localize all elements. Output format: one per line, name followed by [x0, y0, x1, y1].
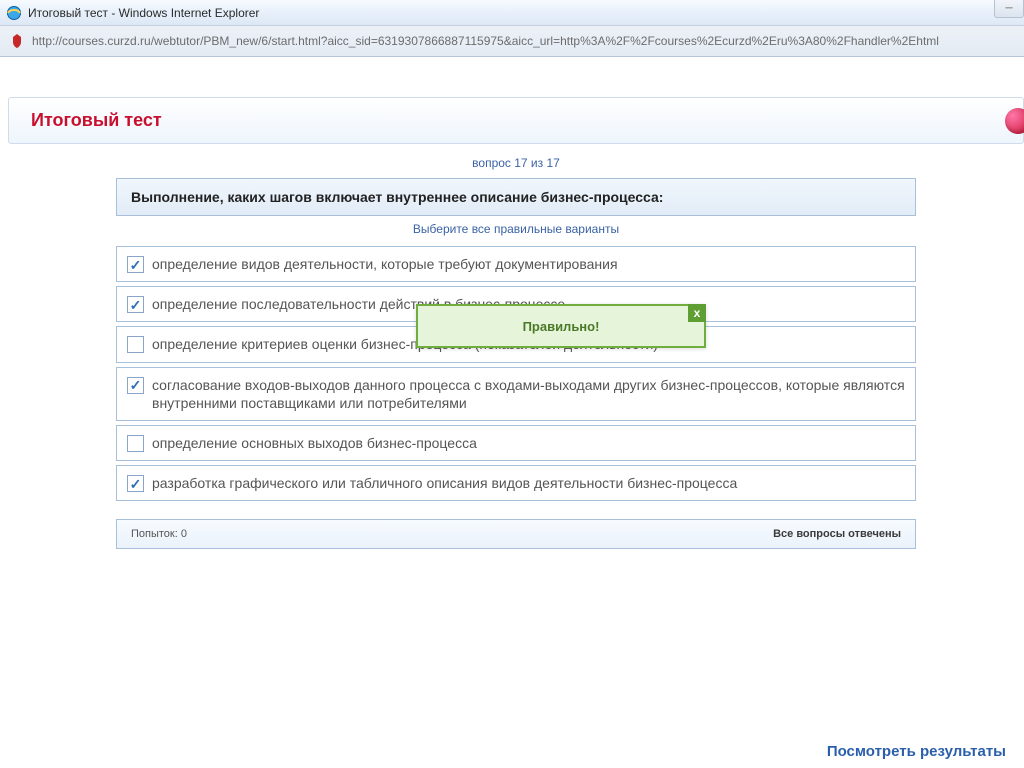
question-progress: вопрос 17 из 17: [116, 156, 916, 170]
checkbox-icon[interactable]: [127, 256, 144, 273]
checkbox-icon[interactable]: [127, 336, 144, 353]
answer-option[interactable]: согласование входов-выходов данного проц…: [116, 367, 916, 421]
page-title: Итоговый тест: [31, 110, 1001, 131]
address-bar: http://courses.curzd.ru/webtutor/PBM_new…: [0, 26, 1024, 56]
quiz-container: вопрос 17 из 17 Выполнение, каких шагов …: [116, 156, 916, 549]
answer-text: определение основных выходов бизнес-проц…: [152, 434, 477, 452]
quiz-status: Все вопросы отвечены: [773, 528, 901, 540]
attempts-label: Попыток: 0: [131, 528, 187, 540]
answer-text: определение видов деятельности, которые …: [152, 255, 618, 273]
view-results-link[interactable]: Посмотреть результаты: [827, 743, 1006, 760]
question-text: Выполнение, каких шагов включает внутрен…: [116, 178, 916, 216]
checkbox-icon[interactable]: [127, 377, 144, 394]
address-url[interactable]: http://courses.curzd.ru/webtutor/PBM_new…: [32, 34, 1018, 48]
checkbox-icon[interactable]: [127, 296, 144, 313]
site-icon: [8, 32, 26, 50]
logo-circle: [1005, 108, 1024, 134]
answer-option[interactable]: определение видов деятельности, которые …: [116, 246, 916, 282]
checkbox-icon[interactable]: [127, 435, 144, 452]
browser-chrome: Итоговый тест - Windows Internet Explore…: [0, 0, 1024, 57]
window-title: Итоговый тест - Windows Internet Explore…: [28, 6, 259, 20]
answer-text: согласование входов-выходов данного проц…: [152, 376, 905, 412]
answer-option[interactable]: разработка графического или табличного о…: [116, 465, 916, 501]
quiz-footer: Попыток: 0 Все вопросы отвечены: [116, 519, 916, 549]
close-icon[interactable]: x: [688, 304, 706, 322]
page-header: Итоговый тест: [8, 97, 1024, 144]
feedback-popup: Правильно! x: [416, 304, 706, 348]
question-instruction: Выберите все правильные варианты: [116, 222, 916, 236]
page-content: Итоговый тест вопрос 17 из 17 Выполнение…: [0, 57, 1024, 549]
ie-icon: [6, 5, 22, 21]
answers-list: определение видов деятельности, которые …: [116, 246, 916, 501]
window-titlebar: Итоговый тест - Windows Internet Explore…: [0, 0, 1024, 26]
window-buttons: ─: [992, 0, 1024, 18]
answer-option[interactable]: определение основных выходов бизнес-проц…: [116, 425, 916, 461]
answer-text: разработка графического или табличного о…: [152, 474, 737, 492]
feedback-text: Правильно!: [523, 319, 600, 334]
checkbox-icon[interactable]: [127, 475, 144, 492]
window-minimize-button[interactable]: ─: [994, 0, 1024, 18]
